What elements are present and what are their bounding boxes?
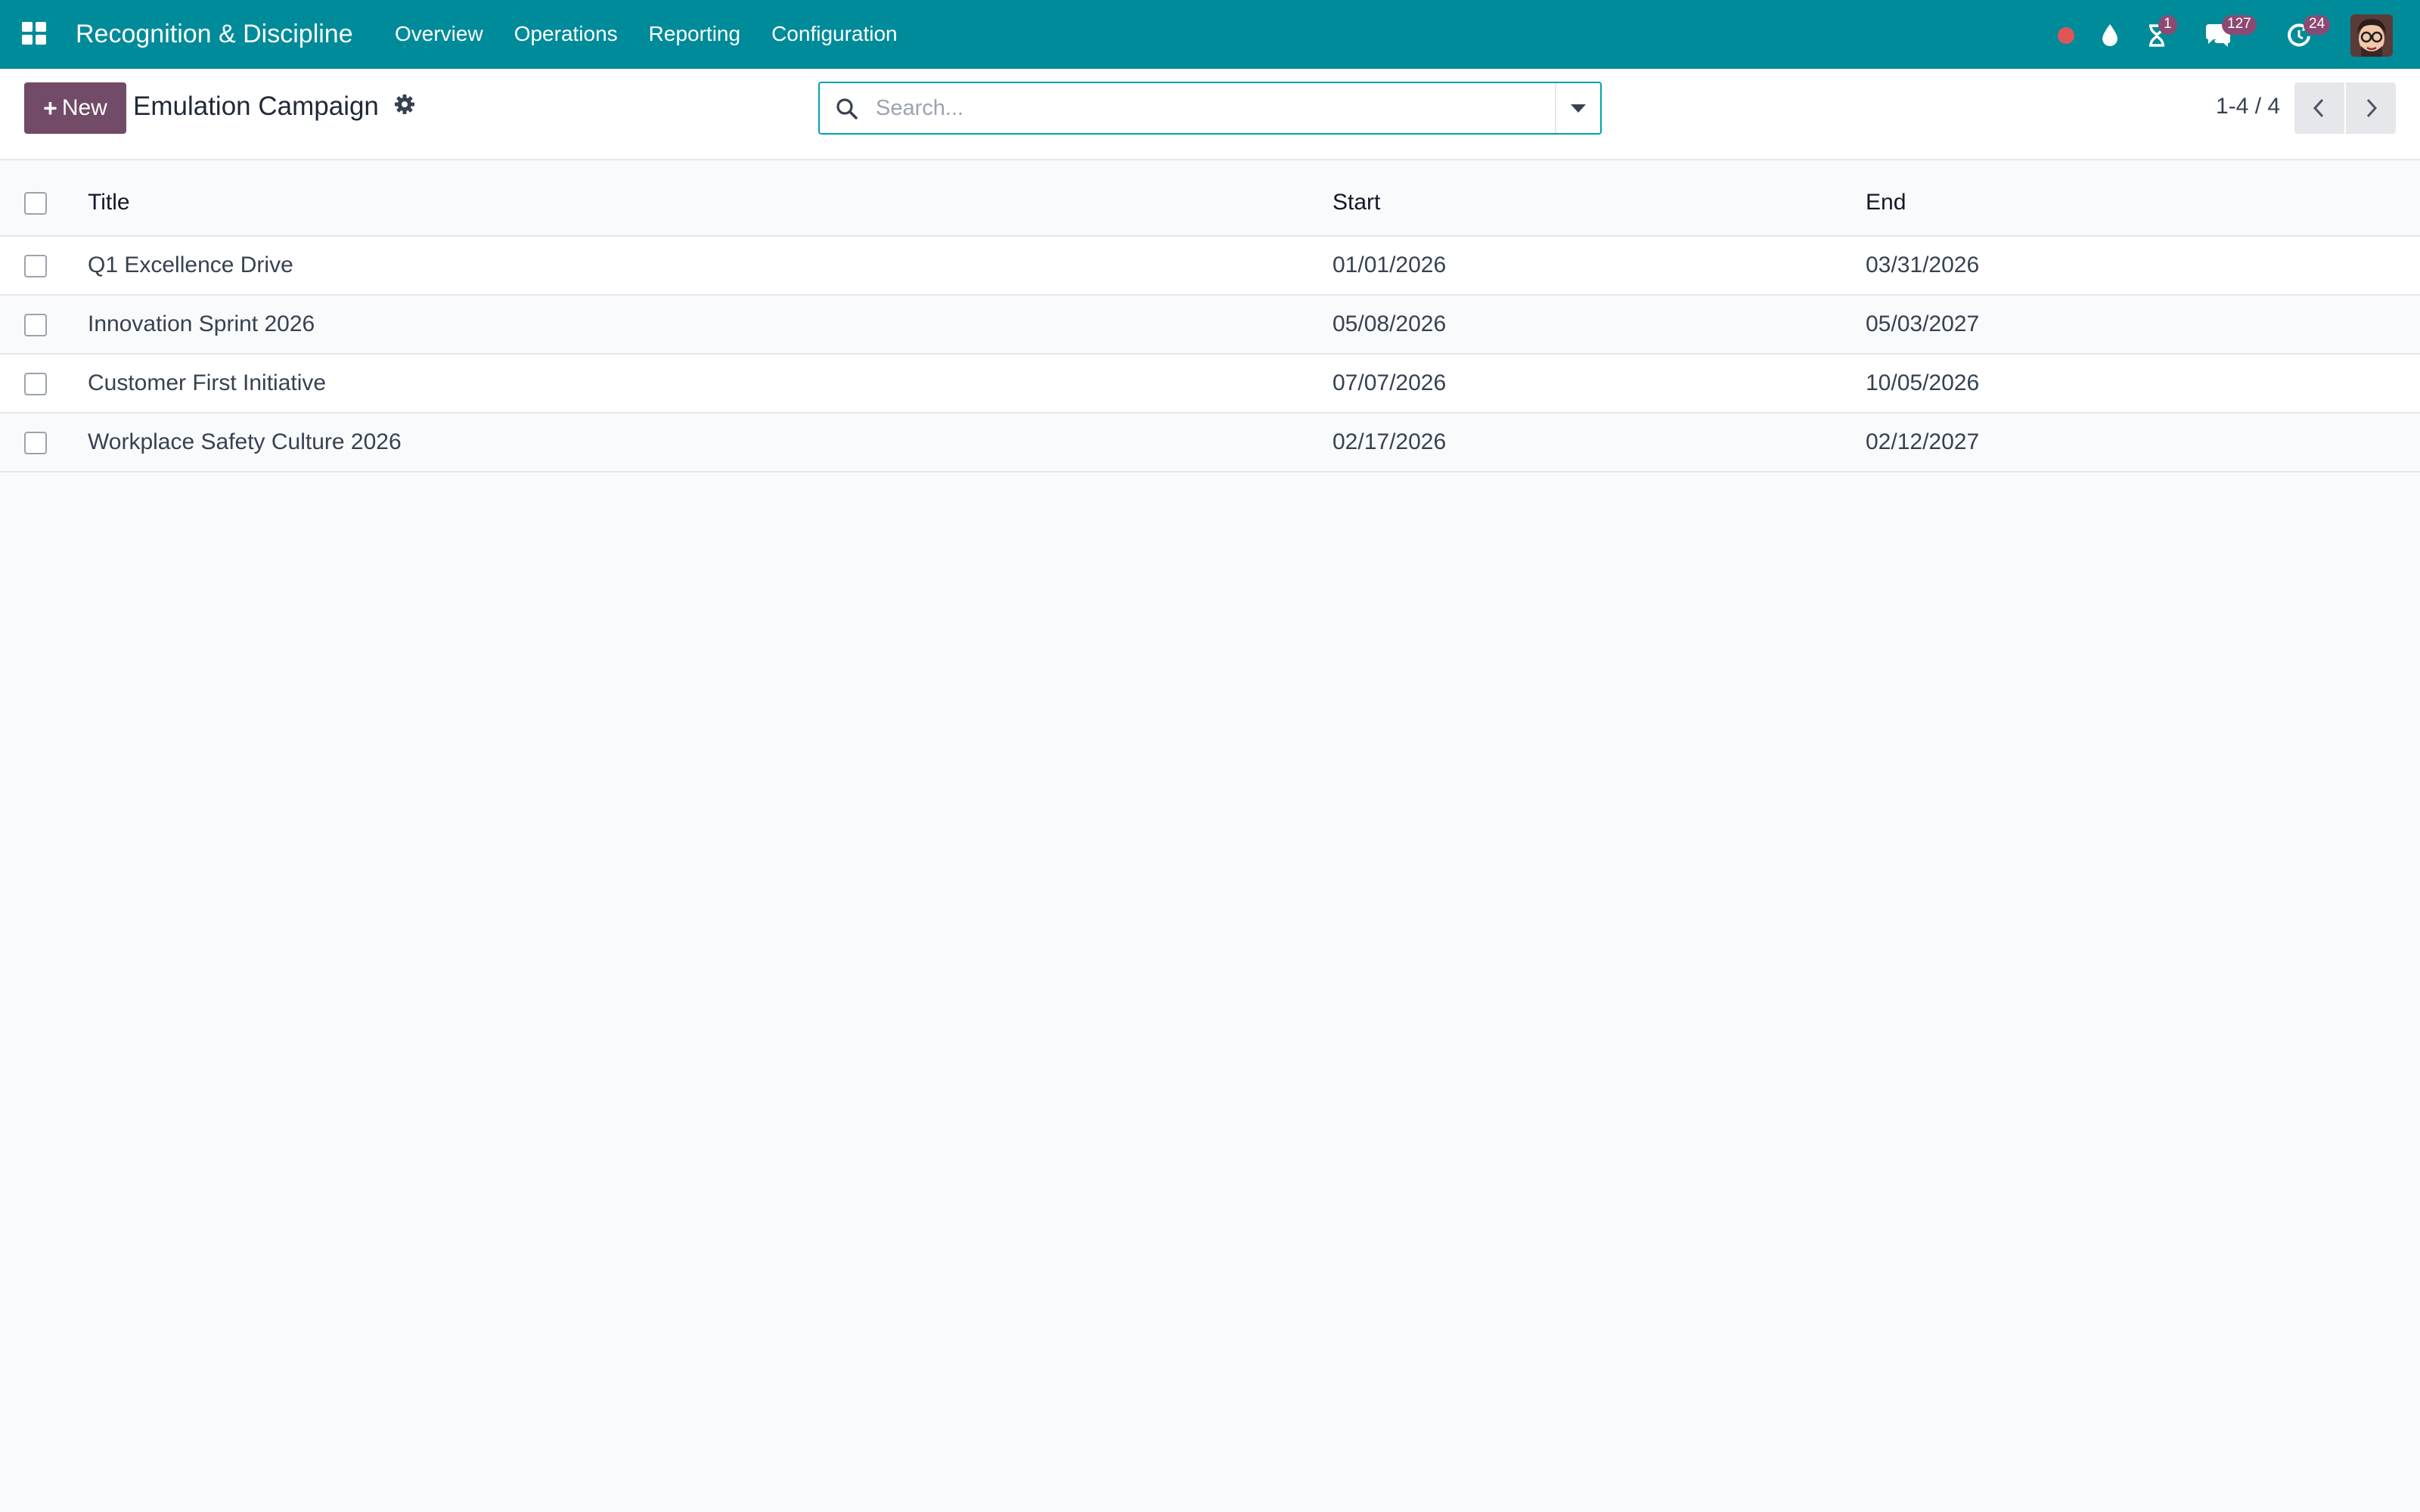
- avatar-image: [2350, 14, 2393, 57]
- main-menu: Overview Operations Reporting Configurat…: [395, 20, 929, 48]
- table-header-row: Title Start End: [0, 160, 2420, 236]
- table-row[interactable]: Workplace Safety Culture 2026 02/17/2026…: [0, 413, 2420, 472]
- new-button-label: New: [61, 95, 107, 120]
- activity-badge: 1: [2158, 15, 2177, 35]
- record-icon[interactable]: [2051, 20, 2081, 50]
- row-select-cell: [0, 295, 88, 354]
- cell-end: 05/03/2027: [1866, 311, 1980, 336]
- row-checkbox[interactable]: [24, 255, 47, 278]
- search-options-toggle[interactable]: [1555, 83, 1600, 133]
- pager-previous-button[interactable]: [2294, 82, 2344, 134]
- table-row[interactable]: Innovation Sprint 2026 05/08/2026 05/03/…: [0, 295, 2420, 354]
- search-input[interactable]: [876, 89, 1526, 127]
- cell-start: 05/08/2026: [1333, 311, 1447, 336]
- select-all-cell: [0, 160, 88, 236]
- cell-end: 03/31/2026: [1866, 253, 1980, 277]
- cell-title: Customer First Initiative: [88, 370, 327, 395]
- cell-title: Q1 Excellence Drive: [88, 253, 293, 277]
- apps-menu-icon[interactable]: [22, 22, 48, 45]
- cell-start: 02/17/2026: [1333, 429, 1447, 454]
- chevron-right-icon: [2366, 98, 2378, 118]
- pager-next-button[interactable]: [2346, 82, 2396, 134]
- row-select-cell: [0, 354, 88, 413]
- menu-operations[interactable]: Operations: [514, 20, 634, 48]
- row-select-cell: [0, 236, 88, 295]
- cell-title: Innovation Sprint 2026: [88, 311, 315, 336]
- page-title: Emulation Campaign: [133, 91, 379, 121]
- menu-reporting[interactable]: Reporting: [649, 20, 756, 48]
- menu-overview[interactable]: Overview: [395, 20, 499, 48]
- user-avatar[interactable]: [2350, 14, 2393, 57]
- app-title[interactable]: Recognition & Discipline: [76, 18, 353, 50]
- table-row[interactable]: Q1 Excellence Drive 01/01/2026 03/31/202…: [0, 236, 2420, 295]
- chevron-left-icon: [2313, 98, 2324, 118]
- column-header-title[interactable]: Title: [88, 160, 1333, 236]
- table-row[interactable]: Customer First Initiative 07/07/2026 10/…: [0, 354, 2420, 413]
- cell-title: Workplace Safety Culture 2026: [88, 429, 402, 454]
- row-select-cell: [0, 413, 88, 472]
- cell-end: 10/05/2026: [1866, 370, 1980, 395]
- column-header-start[interactable]: Start: [1333, 160, 1866, 236]
- control-panel: + New Emulation Campaign 1-4 / 4: [0, 69, 2420, 160]
- plus-icon: +: [43, 94, 57, 122]
- cell-end: 02/12/2027: [1866, 429, 1980, 454]
- row-checkbox[interactable]: [24, 314, 47, 337]
- campaign-list: Title Start End Q1 Excellence Drive 01/0…: [0, 160, 2420, 472]
- cell-start: 07/07/2026: [1333, 370, 1447, 395]
- droplet-icon[interactable]: [2095, 20, 2125, 50]
- messages-badge: 127: [2222, 15, 2257, 35]
- row-checkbox[interactable]: [24, 432, 47, 455]
- menu-configuration[interactable]: Configuration: [771, 20, 914, 48]
- cell-start: 01/01/2026: [1333, 253, 1447, 277]
- search-icon: [836, 98, 858, 119]
- top-navbar: Recognition & Discipline Overview Operat…: [0, 0, 2420, 69]
- pager-value[interactable]: 1-4 / 4: [2216, 91, 2280, 122]
- column-header-end[interactable]: End: [1866, 160, 2420, 236]
- updates-badge: 24: [2304, 15, 2331, 35]
- row-checkbox[interactable]: [24, 373, 47, 396]
- caret-down-icon: [1571, 104, 1586, 113]
- search-box: [818, 82, 1602, 135]
- new-button[interactable]: + New: [24, 82, 126, 134]
- select-all-checkbox[interactable]: [24, 191, 47, 215]
- gear-icon[interactable]: [393, 93, 416, 116]
